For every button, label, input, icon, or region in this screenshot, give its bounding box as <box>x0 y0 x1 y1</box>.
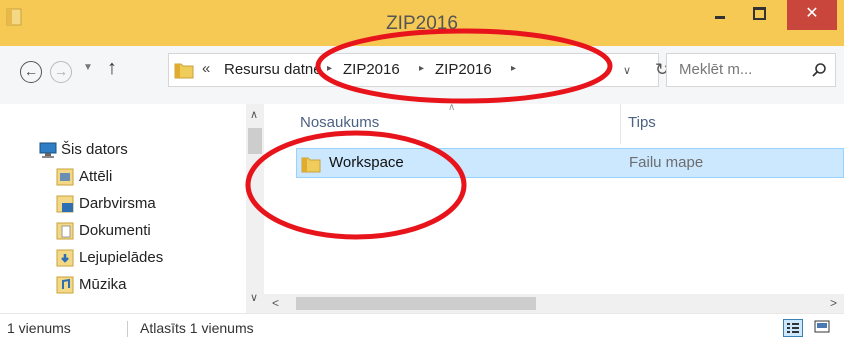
forward-button[interactable]: → <box>50 61 72 83</box>
scroll-up-icon[interactable]: ∧ <box>250 108 258 121</box>
breadcrumb-separator-icon[interactable]: ▸ <box>327 63 332 74</box>
breadcrumb-resursu-datne[interactable]: Resursu datne <box>224 61 322 78</box>
breadcrumb-separator-icon[interactable]: ▸ <box>511 63 516 74</box>
minimize-button[interactable] <box>702 0 738 30</box>
scroll-right-icon[interactable]: > <box>830 296 837 310</box>
details-view-button[interactable] <box>783 319 803 337</box>
downloads-icon <box>56 249 74 267</box>
maximize-button[interactable] <box>741 0 777 30</box>
nav-item-label: Darbvirsma <box>79 195 156 212</box>
back-button[interactable]: ← <box>20 61 42 83</box>
search-input[interactable]: Meklēt m... <box>679 61 752 78</box>
breadcrumb-separator-icon[interactable]: ▸ <box>419 63 424 74</box>
nav-item-label: Mūzika <box>79 276 127 293</box>
file-name: Workspace <box>329 154 404 171</box>
selection-count: Atlasīts 1 vienums <box>140 320 254 336</box>
breadcrumb-zip2016-parent[interactable]: ZIP2016 <box>343 61 400 78</box>
horizontal-scrollbar[interactable]: < > <box>264 294 844 313</box>
nav-item-label: Attēli <box>79 168 113 185</box>
scroll-left-icon[interactable]: < <box>272 296 279 310</box>
nav-item-label: Šis dators <box>61 141 128 158</box>
recent-locations-button[interactable]: ▼ <box>83 62 93 73</box>
status-divider <box>127 321 128 337</box>
navigation-pane-scrollbar[interactable]: ∧ ∨ <box>246 104 264 313</box>
pictures-icon <box>56 168 74 186</box>
status-bar: 1 vienums Atlasīts 1 vienums <box>0 313 844 343</box>
navigation-pane[interactable]: Šis dators Attēli Darbvirsma Dokumenti L… <box>0 104 264 313</box>
scroll-down-icon[interactable]: ∨ <box>250 291 258 304</box>
computer-icon <box>39 142 57 158</box>
item-count: 1 vienums <box>7 320 71 336</box>
title-bar[interactable]: ZIP2016 ✕ <box>0 0 844 46</box>
close-button[interactable]: ✕ <box>787 0 837 30</box>
file-type: Failu mape <box>629 154 704 171</box>
folder-icon <box>301 157 321 173</box>
large-icons-view-icon <box>814 320 830 333</box>
folder-icon <box>174 63 194 79</box>
up-button[interactable]: ↑ <box>107 57 117 80</box>
navigation-bar: ← → ▼ ↑ « Resursu datne ▸ ZIP2016 ▸ ZIP2… <box>0 46 844 104</box>
desktop-icon <box>56 195 74 213</box>
sort-ascending-icon: ∧ <box>448 102 456 113</box>
details-view-icon <box>787 323 799 333</box>
column-header-type[interactable]: Tips <box>628 114 656 131</box>
music-icon <box>56 276 74 294</box>
scrollbar-thumb[interactable] <box>296 297 536 310</box>
address-bar[interactable]: « Resursu datne ▸ ZIP2016 ▸ ZIP2016 ▸ ∨ … <box>168 53 669 87</box>
scrollbar-thumb[interactable] <box>248 128 262 154</box>
column-divider[interactable] <box>620 104 621 144</box>
search-box[interactable]: Meklēt m... <box>666 53 836 87</box>
nav-item-label: Lejupielādes <box>79 249 164 266</box>
address-dropdown-button[interactable]: ∨ <box>623 64 631 77</box>
search-icon[interactable] <box>811 62 827 78</box>
nav-item-label: Dokumenti <box>79 222 151 239</box>
table-row[interactable]: Workspace Failu mape <box>296 148 844 178</box>
address-overflow-button[interactable]: « <box>202 60 210 77</box>
large-icons-view-button[interactable] <box>813 319 833 337</box>
column-header-name[interactable]: Nosaukums <box>300 114 379 131</box>
file-list[interactable]: ∧ Nosaukums Tips Workspace Failu mape <box>264 102 844 313</box>
breadcrumb-zip2016-current[interactable]: ZIP2016 <box>435 61 492 78</box>
documents-icon <box>56 222 74 240</box>
